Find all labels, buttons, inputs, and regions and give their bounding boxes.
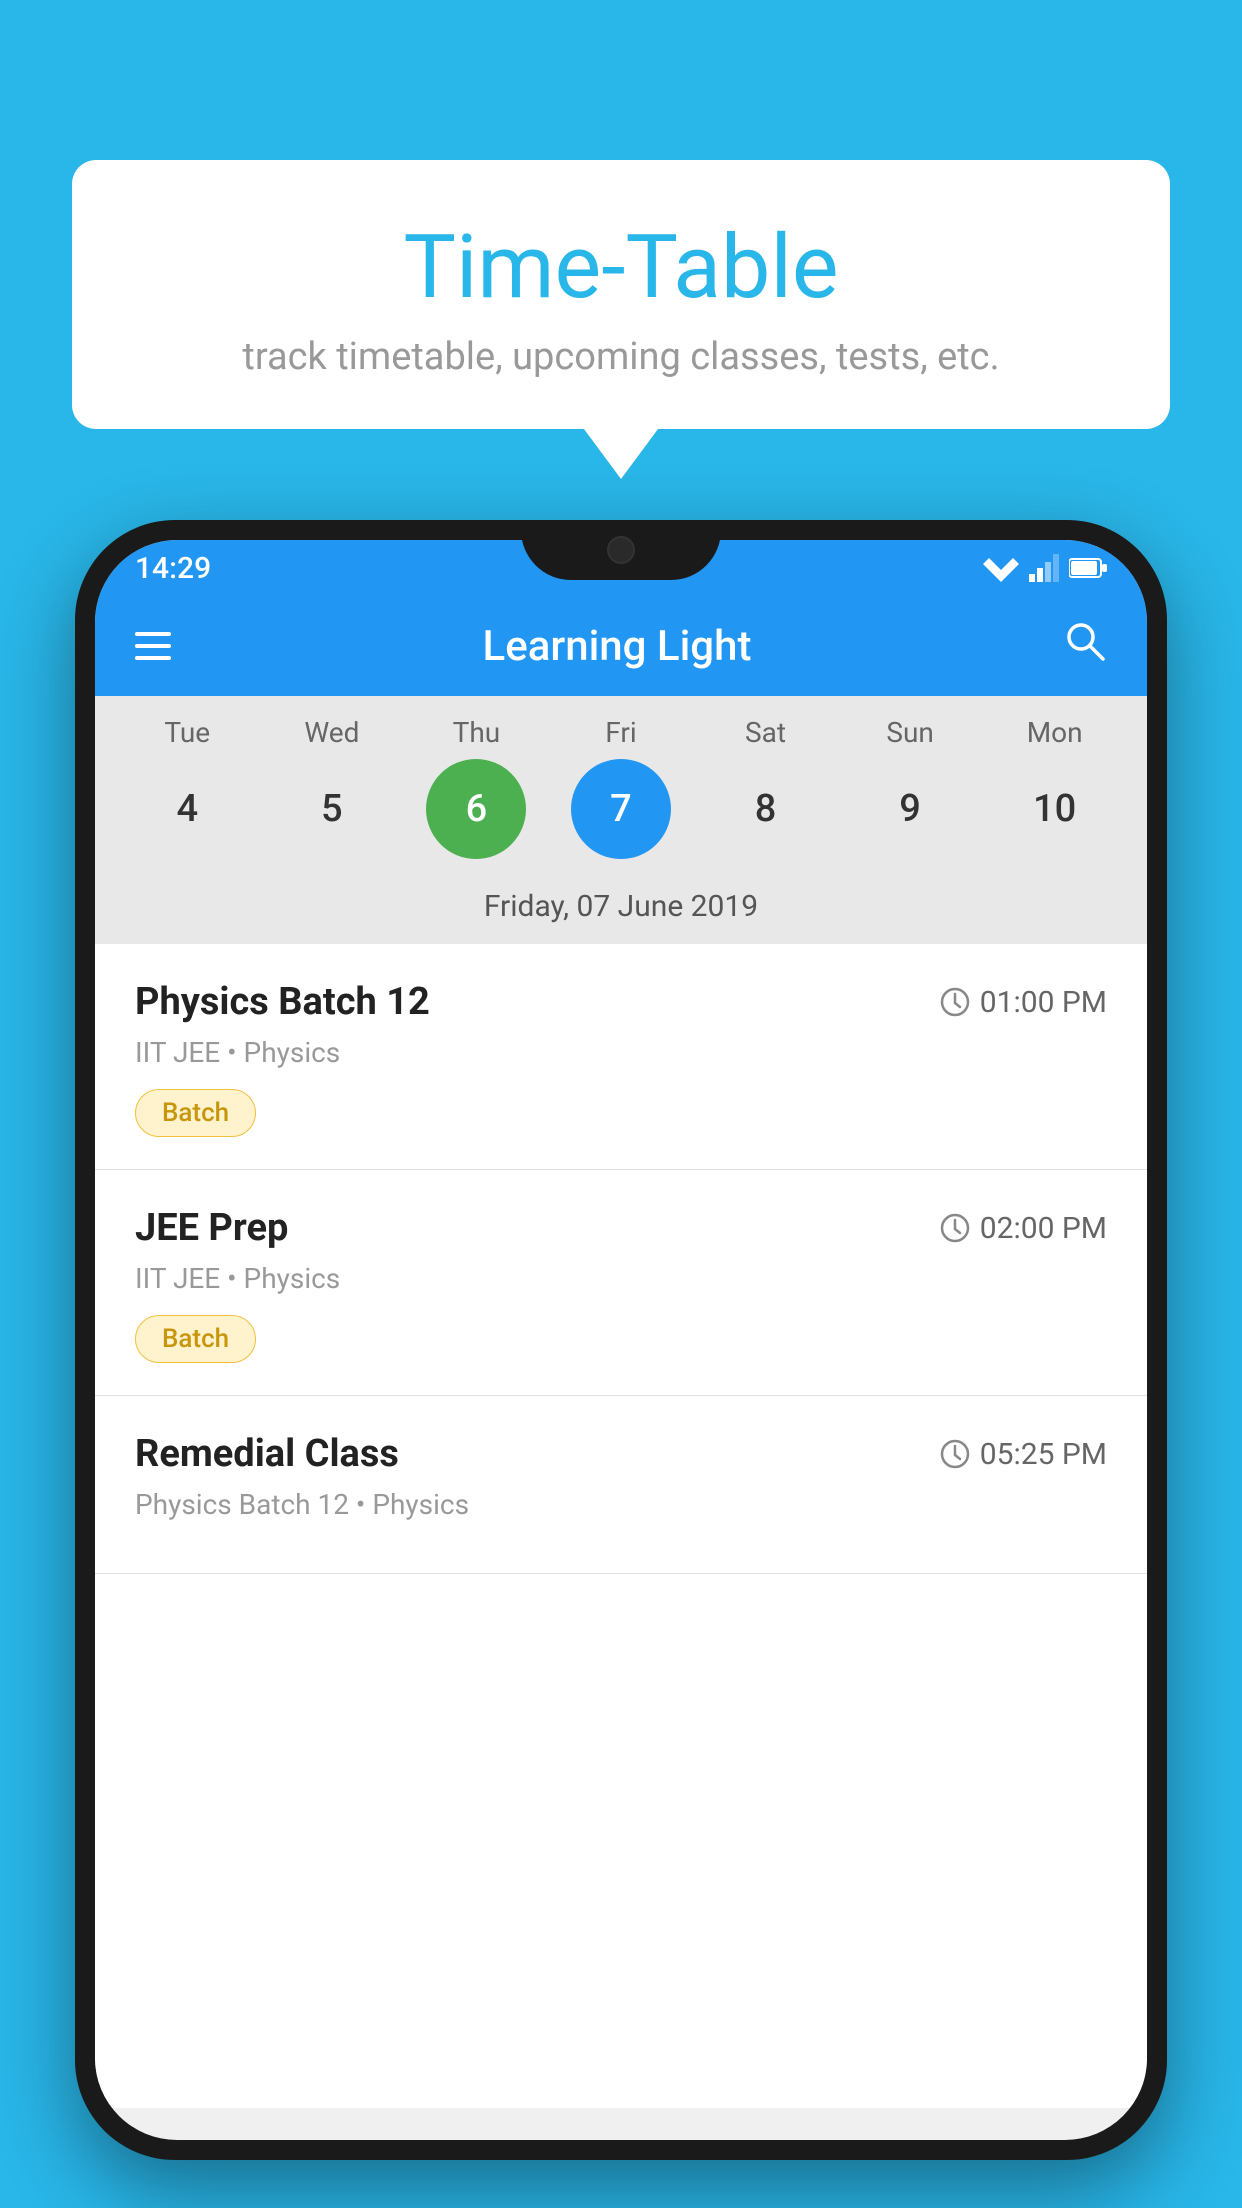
phone-notch: [521, 520, 721, 580]
class-subtitle-3: Physics Batch 12 • Physics: [135, 1488, 1107, 1521]
bubble-title: Time-Table: [112, 220, 1130, 317]
day-6-today[interactable]: 6: [426, 759, 526, 859]
search-button[interactable]: [1063, 619, 1107, 674]
class-time-2: 02:00 PM: [940, 1211, 1107, 1246]
batch-badge-2: Batch: [135, 1315, 256, 1363]
speech-bubble-container: Time-Table track timetable, upcoming cla…: [72, 160, 1170, 429]
day-numbers: 4 5 6 7 8 9 10: [95, 759, 1147, 859]
calendar-header: Tue Wed Thu Fri Sat Sun Mon 4 5 6 7 8 9 …: [95, 696, 1147, 944]
class-name-2: JEE Prep: [135, 1206, 288, 1250]
app-bar: Learning Light: [95, 596, 1147, 696]
day-4[interactable]: 4: [137, 759, 237, 859]
day-label-sat: Sat: [716, 716, 816, 749]
day-label-fri: Fri: [571, 716, 671, 749]
hamburger-line-1: [135, 632, 171, 636]
clock-icon-1: [940, 987, 970, 1017]
day-10[interactable]: 10: [1005, 759, 1105, 859]
bubble-subtitle: track timetable, upcoming classes, tests…: [112, 335, 1130, 379]
hamburger-line-3: [135, 656, 171, 660]
clock-icon-3: [940, 1439, 970, 1469]
day-label-sun: Sun: [860, 716, 960, 749]
class-subtitle-1: IIT JEE • Physics: [135, 1036, 1107, 1069]
signal-icon: [1029, 554, 1059, 582]
class-time-1: 01:00 PM: [940, 985, 1107, 1020]
clock-icon-2: [940, 1213, 970, 1243]
front-camera: [607, 536, 635, 564]
status-time: 14:29: [135, 551, 211, 586]
day-5[interactable]: 5: [282, 759, 382, 859]
phone-screen: 14:29: [95, 540, 1147, 2140]
class-item-remedial[interactable]: Remedial Class 05:25 PM Physics Batch 12…: [95, 1396, 1147, 1574]
speech-bubble: Time-Table track timetable, upcoming cla…: [72, 160, 1170, 429]
class-list: Physics Batch 12 01:00 PM IIT JEE • Phys…: [95, 944, 1147, 2108]
class-item-header-3: Remedial Class 05:25 PM: [135, 1432, 1107, 1476]
wifi-icon: [983, 554, 1019, 582]
day-8[interactable]: 8: [716, 759, 816, 859]
class-subtitle-2: IIT JEE • Physics: [135, 1262, 1107, 1295]
battery-icon: [1069, 557, 1107, 579]
day-9[interactable]: 9: [860, 759, 960, 859]
day-label-tue: Tue: [137, 716, 237, 749]
day-label-wed: Wed: [282, 716, 382, 749]
class-item-physics-batch-12[interactable]: Physics Batch 12 01:00 PM IIT JEE • Phys…: [95, 944, 1147, 1170]
class-name-3: Remedial Class: [135, 1432, 399, 1476]
class-time-3: 05:25 PM: [940, 1437, 1107, 1472]
phone-frame: 14:29: [75, 520, 1167, 2208]
day-7-selected[interactable]: 7: [571, 759, 671, 859]
day-label-mon: Mon: [1005, 716, 1105, 749]
app-title: Learning Light: [171, 622, 1063, 671]
class-item-jee-prep[interactable]: JEE Prep 02:00 PM IIT JEE • Physics Batc…: [95, 1170, 1147, 1396]
phone-outer: 14:29: [75, 520, 1167, 2160]
hamburger-menu-icon[interactable]: [135, 632, 171, 660]
batch-badge-1: Batch: [135, 1089, 256, 1137]
class-name-1: Physics Batch 12: [135, 980, 430, 1024]
class-item-header-2: JEE Prep 02:00 PM: [135, 1206, 1107, 1250]
day-labels: Tue Wed Thu Fri Sat Sun Mon: [95, 716, 1147, 749]
class-item-header-1: Physics Batch 12 01:00 PM: [135, 980, 1107, 1024]
day-label-thu: Thu: [426, 716, 526, 749]
hamburger-line-2: [135, 644, 171, 648]
selected-date-label: Friday, 07 June 2019: [95, 873, 1147, 944]
status-icons: [983, 554, 1107, 582]
